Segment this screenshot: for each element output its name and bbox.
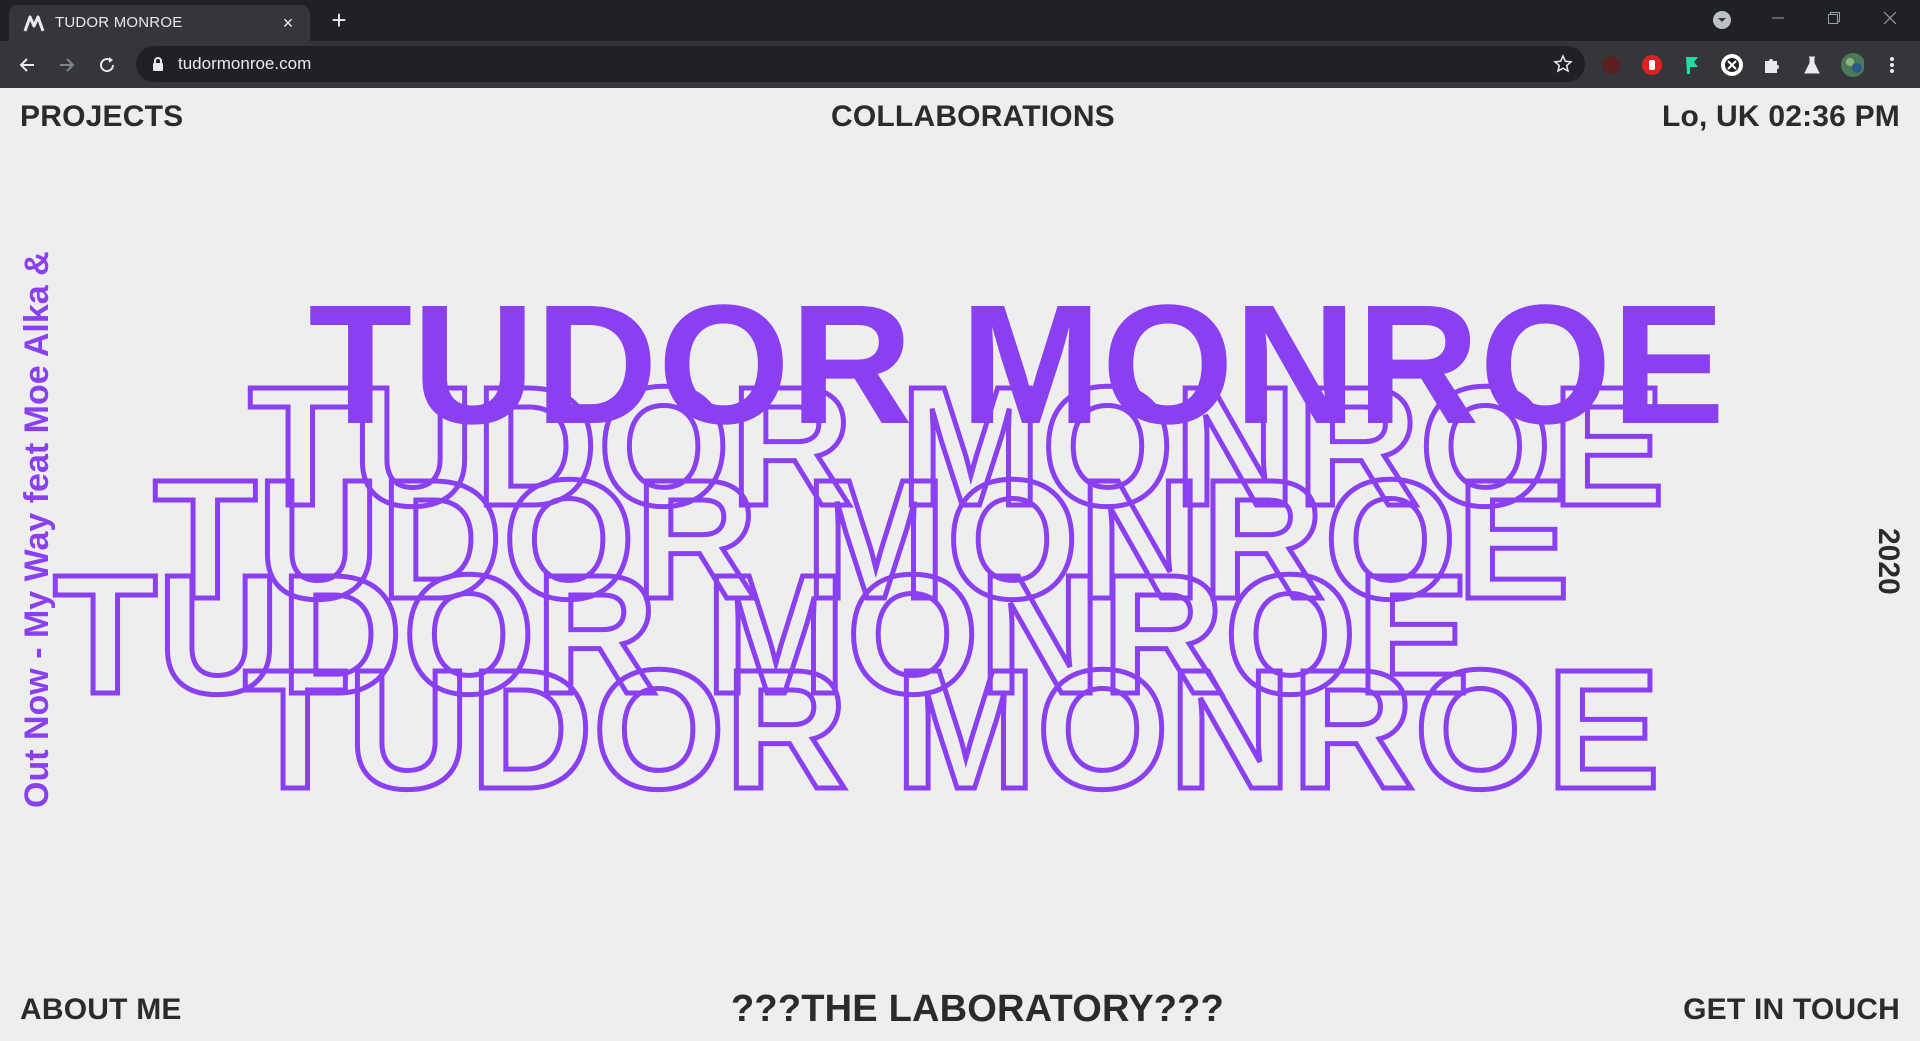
laboratory-link[interactable]: ???THE LABORATORY???	[731, 988, 1224, 1031]
hero-title-graphic: TUDOR MONROE TUDOR MONROE TUDOR MONROE T…	[51, 270, 1725, 828]
back-button[interactable]	[12, 50, 42, 80]
year-label: 2020	[1872, 528, 1905, 595]
get-in-touch-link[interactable]: GET IN TOUCH	[1683, 993, 1900, 1027]
minimize-icon	[1772, 17, 1784, 19]
collaborations-link[interactable]: COLLABORATIONS	[831, 100, 1115, 134]
tab-title: TUDOR MONROE	[55, 14, 183, 31]
bookmark-star-icon[interactable]	[1553, 54, 1573, 74]
back-arrow-icon	[19, 58, 34, 72]
new-tab-button[interactable]: +	[325, 6, 353, 34]
restore-button[interactable]	[1806, 0, 1862, 36]
dark-circle-icon	[1602, 56, 1620, 74]
minimize-button[interactable]	[1750, 0, 1806, 36]
about-me-link[interactable]: ABOUT ME	[20, 993, 182, 1027]
flask-icon	[1804, 56, 1820, 74]
avatar-icon	[1841, 53, 1864, 77]
release-banner-link[interactable]: Out Now - My Way feat Moe Alka &	[18, 251, 57, 808]
page-content: TUDOR MONROE TUDOR MONROE TUDOR MONROE T…	[0, 88, 1920, 1041]
stop-hand-icon	[1642, 55, 1662, 75]
restore-icon	[1828, 12, 1840, 24]
extension-red-icon[interactable]	[1599, 53, 1623, 77]
extensions-puzzle-button[interactable]	[1760, 53, 1784, 77]
extension-teal-icon[interactable]	[1680, 53, 1704, 77]
url-text: tudormonroe.com	[178, 54, 312, 73]
forward-arrow-icon	[60, 58, 75, 72]
close-window-button[interactable]	[1862, 0, 1918, 36]
extension-adblock-icon[interactable]	[1640, 53, 1664, 77]
forward-button[interactable]	[52, 50, 82, 80]
projects-link[interactable]: PROJECTS	[20, 100, 183, 134]
close-icon	[1883, 11, 1897, 25]
hero-title: TUDOR MONROE	[308, 270, 1725, 460]
extension-flask-button[interactable]	[1800, 53, 1824, 77]
reload-icon	[100, 57, 115, 73]
address-bar[interactable]: tudormonroe.com	[136, 46, 1585, 82]
reload-button[interactable]	[92, 50, 122, 80]
tab-close-icon[interactable]: ×	[278, 13, 298, 33]
ring-icon	[1721, 54, 1743, 76]
tab-search-icon[interactable]	[1712, 10, 1732, 30]
browser-tab[interactable]: TUDOR MONROE ×	[9, 5, 310, 41]
local-clock: Lo, UK 02:36 PM	[1661, 100, 1900, 133]
teal-flag-icon	[1686, 57, 1698, 74]
puzzle-icon	[1765, 59, 1779, 73]
kebab-menu-icon	[1890, 57, 1894, 73]
browser-tab-bar: TUDOR MONROE × +	[0, 0, 1920, 41]
lock-icon[interactable]	[150, 56, 166, 72]
extension-circle-icon[interactable]	[1719, 53, 1743, 77]
browser-menu-button[interactable]	[1880, 53, 1904, 77]
browser-toolbar: tudormonroe.com	[0, 41, 1920, 88]
site-logo-icon	[23, 15, 45, 32]
profile-avatar-button[interactable]	[1840, 53, 1864, 77]
